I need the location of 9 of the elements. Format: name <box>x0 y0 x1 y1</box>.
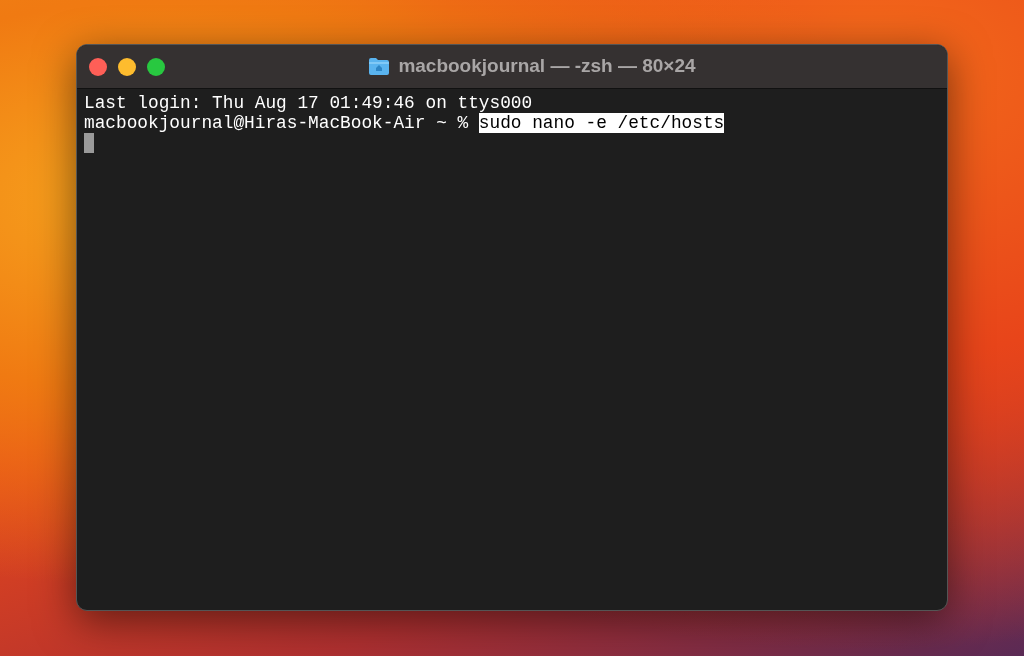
terminal-output-line: Last login: Thu Aug 17 01:49:46 on ttys000 <box>84 93 533 113</box>
shell-prompt: macbookjournal@Hiras-MacBook-Air ~ % <box>84 113 470 133</box>
minimize-button[interactable] <box>118 58 136 76</box>
zoom-button[interactable] <box>147 58 165 76</box>
text-cursor <box>84 133 94 153</box>
command-text: sudo nano -e /etc/hosts <box>478 113 725 133</box>
close-button[interactable] <box>89 58 107 76</box>
window-title: macbookjournal — -zsh — 80×24 <box>398 54 696 79</box>
folder-icon <box>368 57 391 76</box>
